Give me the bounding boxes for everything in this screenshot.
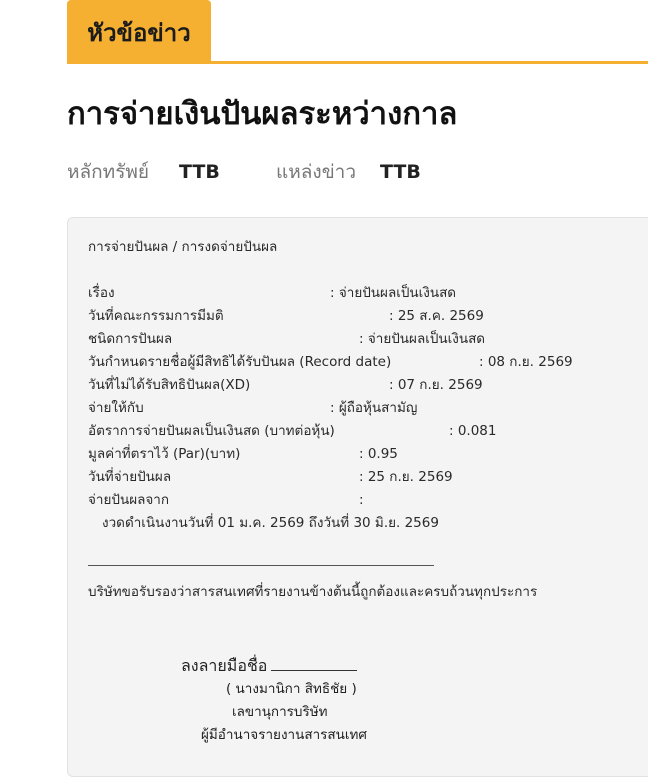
divider-rule: [88, 565, 434, 566]
signature-blank: [271, 658, 358, 671]
doc-row-value: : 0.081: [449, 423, 497, 439]
security-info: หลักทรัพย์ TTB: [67, 157, 276, 187]
doc-row-key: วันที่จ่ายปันผล: [88, 469, 172, 485]
doc-row-key: วันที่คณะกรรมการมีมติ: [88, 308, 224, 324]
meta-bar: หลักทรัพย์ TTB แหล่งข่าว TTB: [67, 156, 421, 188]
doc-row-subject: เรื่อง : จ่ายปันผลเป็นเงินสด: [88, 282, 648, 305]
doc-row-key: ชนิดการปันผล: [88, 331, 173, 347]
doc-row-key: วันที่ไม่ได้รับสิทธิปันผล(XD): [88, 377, 251, 393]
doc-row-value: : 08 ก.ย. 2569: [479, 354, 573, 370]
doc-row-board-date: วันที่คณะกรรมการมีมติ : 25 ส.ค. 2569: [88, 305, 648, 328]
doc-row-value: : 25 ก.ย. 2569: [359, 469, 453, 485]
page-title: การจ่ายเงินปันผลระหว่างกาล: [67, 96, 458, 132]
signatory-authority: ผู้มีอำนาจรายงานสารสนเทศ: [201, 727, 367, 743]
doc-certify: บริษัทขอรับรองว่าสารสนเทศที่รายงานข้างต้…: [88, 584, 538, 600]
doc-row-payment-date: วันที่จ่ายปันผล : 25 ก.ย. 2569: [88, 466, 648, 489]
doc-row-value: :: [359, 492, 364, 508]
doc-row-key: อัตราการจ่ายปันผลเป็นเงินสด (บาทต่อหุ้น): [88, 423, 335, 439]
signatory-position: เลขานุการบริษัท: [232, 704, 328, 720]
doc-row-key: วันกำหนดรายชื่อผู้มีสิทธิได้รับปันผล (Re…: [88, 354, 392, 370]
tab-news-headline[interactable]: หัวข้อข่าว: [67, 0, 211, 64]
doc-row-value: : 07 ก.ย. 2569: [389, 377, 483, 393]
doc-row-value: : จ่ายปันผลเป็นเงินสด: [330, 285, 457, 301]
doc-row-key: เรื่อง: [88, 285, 115, 301]
doc-row-key: จ่ายปันผลจาก: [88, 492, 170, 508]
doc-row-xd-date: วันที่ไม่ได้รับสิทธิปันผล(XD) : 07 ก.ย. …: [88, 374, 648, 397]
signature-label: ลงลายมือชื่อ: [181, 656, 268, 675]
doc-period-line: งวดดำเนินงานวันที่ 01 ม.ค. 2569 ถึงวันที…: [102, 515, 439, 531]
doc-row-value: : 25 ส.ค. 2569: [389, 308, 484, 324]
doc-row-value: : ผู้ถือหุ้นสามัญ: [330, 400, 418, 416]
doc-row-dividend-type: ชนิดการปันผล : จ่ายปันผลเป็นเงินสด: [88, 328, 648, 351]
doc-row-paid-from: จ่ายปันผลจาก :: [88, 489, 648, 512]
doc-row-paid-to: จ่ายให้กับ : ผู้ถือหุ้นสามัญ: [88, 397, 648, 420]
source-info: แหล่งข่าว TTB: [276, 157, 421, 187]
doc-row-par-value: มูลค่าที่ตราไว้ (Par)(บาท) : 0.95: [88, 443, 648, 466]
doc-row-value: : 0.95: [359, 446, 398, 462]
tab-bar: หัวข้อข่าว: [67, 0, 648, 64]
tab-label: หัวข้อข่าว: [87, 18, 191, 47]
doc-row-value: : จ่ายปันผลเป็นเงินสด: [359, 331, 486, 347]
doc-row-key: จ่ายให้กับ: [88, 400, 144, 416]
security-value[interactable]: TTB: [179, 161, 220, 183]
source-label: แหล่งข่าว: [276, 161, 357, 183]
doc-row-cash-rate: อัตราการจ่ายปันผลเป็นเงินสด (บาทต่อหุ้น)…: [88, 420, 648, 443]
signature-line: ลงลายมือชื่อ: [181, 654, 358, 679]
doc-row-record-date: วันกำหนดรายชื่อผู้มีสิทธิได้รับปันผล (Re…: [88, 351, 648, 374]
news-body: การจ่ายปันผล / การงดจ่ายปันผล เรื่อง : จ…: [88, 236, 648, 604]
doc-row-key: มูลค่าที่ตราไว้ (Par)(บาท): [88, 446, 241, 462]
source-value: TTB: [380, 161, 421, 183]
security-label: หลักทรัพย์: [67, 161, 150, 183]
doc-heading: การจ่ายปันผล / การงดจ่ายปันผล: [88, 239, 278, 255]
signatory-name: ( นางมานิกา สิทธิชัย ): [226, 681, 357, 697]
